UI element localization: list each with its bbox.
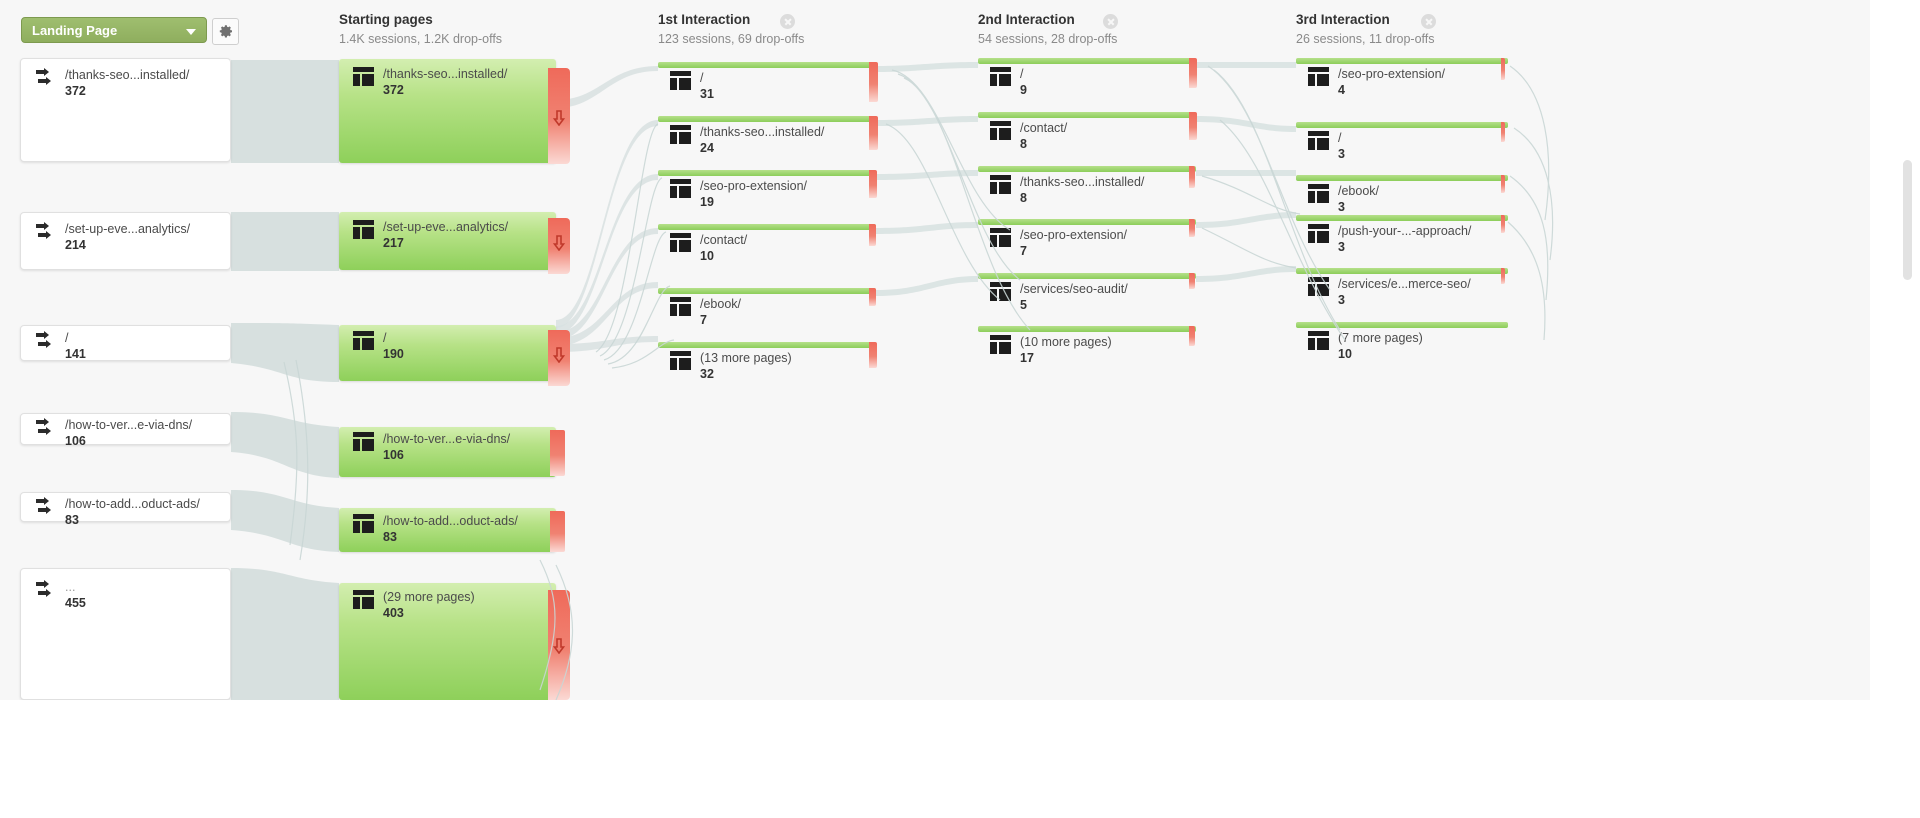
right-gutter: [1870, 0, 1920, 700]
flow-hairlines: [283, 65, 1554, 701]
users-flow-canvas: Landing Page Starting pages 1.4K session…: [0, 0, 1920, 818]
bottom-strip: [0, 700, 1920, 818]
vertical-scrollbar[interactable]: [1903, 160, 1912, 280]
